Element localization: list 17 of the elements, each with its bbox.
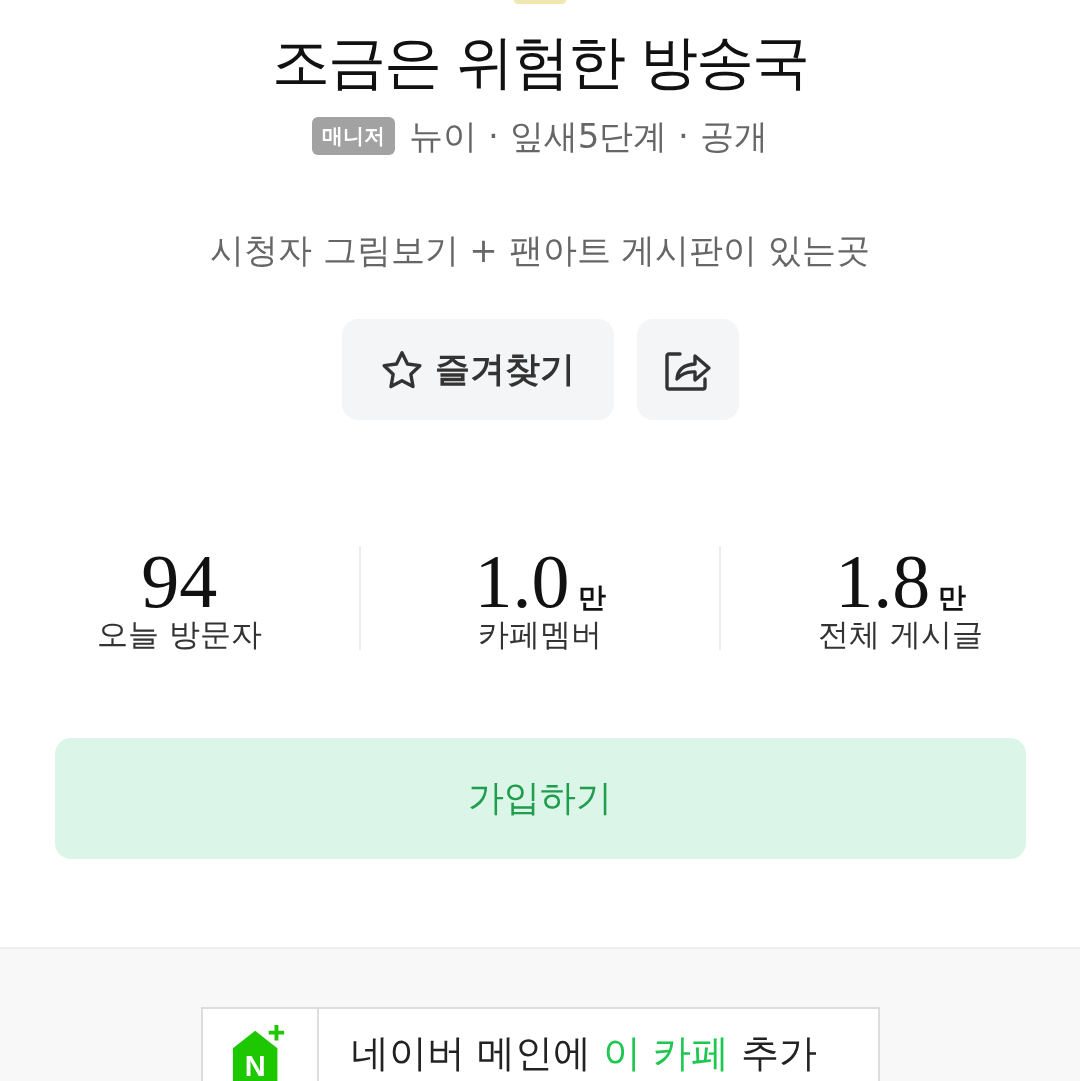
stat-value: 1.8 xyxy=(835,546,931,616)
stat-value: 94 xyxy=(141,546,218,616)
share-button[interactable] xyxy=(636,319,739,420)
cafe-title: 조금은 위험한 방송국 xyxy=(271,27,809,98)
stat-unit: 만 xyxy=(577,580,606,616)
stat-label: 카페멤버 xyxy=(478,616,602,652)
cafe-image xyxy=(514,0,566,4)
cafe-description: 시청자 그림보기 + 팬아트 게시판이 있는곳 xyxy=(209,230,871,270)
role-badge: 매니저 xyxy=(312,117,396,155)
promo-card[interactable]: N 네이버 메인에 이 카페 추가 xyxy=(200,1007,880,1081)
stat-label: 전체 게시글 xyxy=(818,616,984,652)
stat-unit: 만 xyxy=(938,580,967,616)
stat-value: 1.0 xyxy=(474,546,570,616)
favorite-button[interactable]: 즐겨찾기 xyxy=(341,319,614,420)
promo-text: 네이버 메인에 이 카페 추가 xyxy=(350,1031,817,1077)
stat-label: 오늘 방문자 xyxy=(96,616,262,652)
cafe-meta: 뉴이 · 잎새5단계 · 공개 xyxy=(409,116,768,156)
